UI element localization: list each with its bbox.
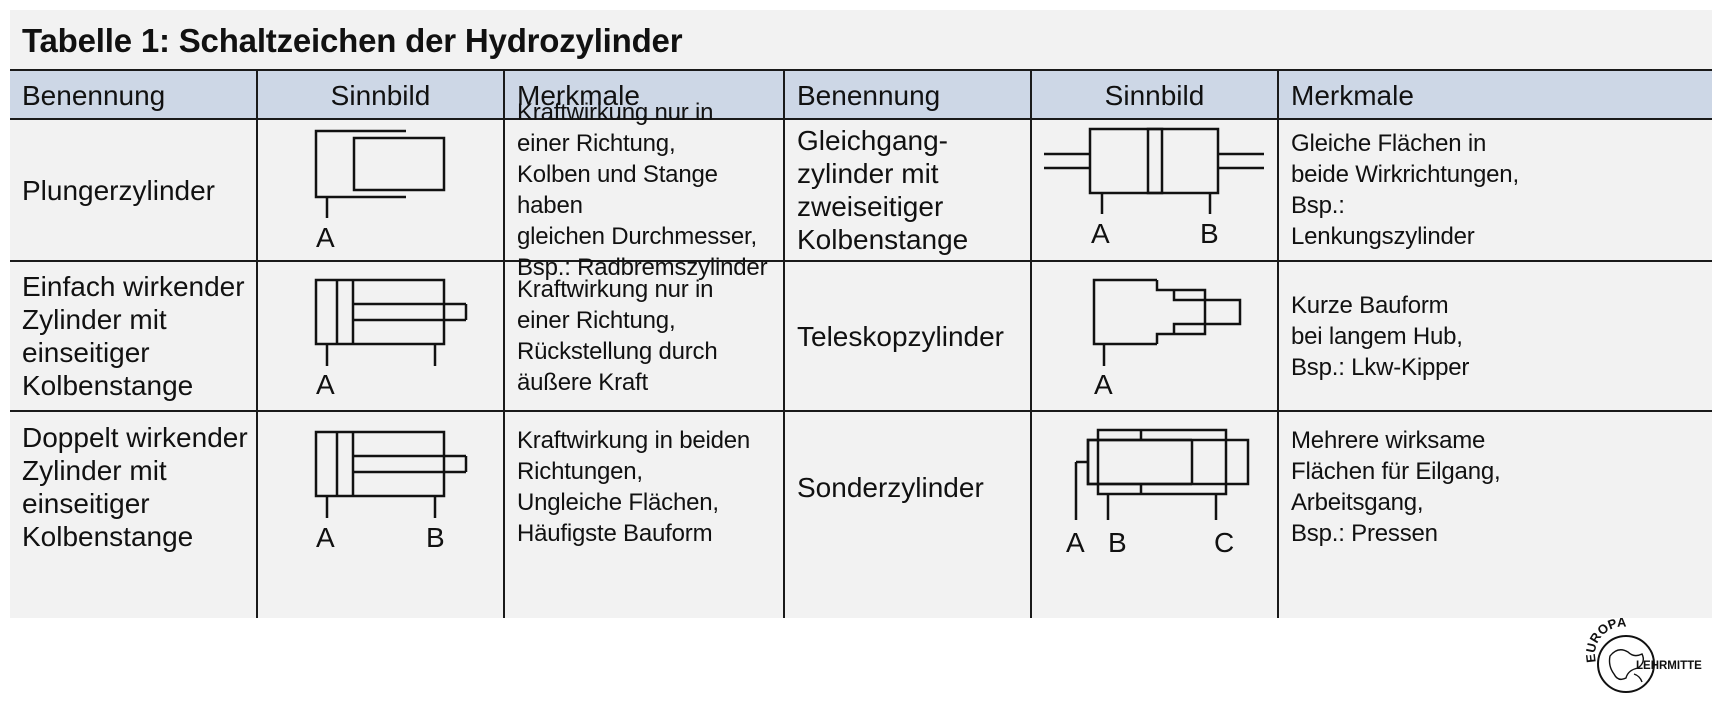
double-rod-cylinder-symbol: A B [1044, 127, 1264, 249]
table-sheet: Tabelle 1: Schaltzeichen der Hydrozylind… [10, 10, 1712, 618]
logo-bottom-text: LEHRMITTEL [1636, 660, 1702, 672]
cell-benennung: Sonderzylinder [797, 471, 984, 503]
port-label: B [1200, 218, 1219, 249]
cell-merkmale: Kraftwirkung nur in einer Richtung, Kolb… [517, 99, 768, 281]
header-benennung: Benennung [22, 80, 166, 111]
cell-merkmale: Kraftwirkung in beiden Richtungen, Ungle… [517, 427, 751, 547]
header-benennung: Benennung [797, 80, 941, 111]
double-acting-cylinder-symbol: A B [314, 430, 468, 553]
port-label: C [1214, 527, 1234, 558]
special-cylinder-symbol: A B C [1066, 428, 1250, 558]
header-sinnbild: Sinnbild [330, 80, 431, 111]
port-label: A [1094, 369, 1113, 400]
header-sinnbild: Sinnbild [1104, 80, 1205, 111]
port-label: A [316, 222, 335, 253]
cell-benennung: Gleichgang- zylinder mit zweiseitiger Ko… [797, 125, 969, 255]
cell-benennung: Doppelt wirkender Zylinder mit einseitig… [22, 422, 248, 552]
port-label: A [1091, 218, 1110, 249]
cell-merkmale: Gleiche Flächen in beide Wirkrichtungen,… [1291, 130, 1519, 250]
single-acting-cylinder-symbol: A [314, 278, 468, 400]
plunger-cylinder-symbol: A [314, 129, 446, 253]
cell-benennung: Teleskopzylinder [797, 320, 1004, 352]
port-label: A [316, 369, 335, 400]
table-title: Tabelle 1: Schaltzeichen der Hydrozylind… [22, 22, 683, 59]
publisher-logo: EUROPA LEHRMITTEL [1583, 618, 1702, 693]
cell-benennung: Plungerzylinder [22, 174, 215, 206]
cell-merkmale: Kurze Bauform bei langem Hub, Bsp.: Lkw-… [1291, 291, 1470, 381]
telescopic-cylinder-symbol: A [1092, 278, 1242, 400]
cell-benennung: Einfach wirkender Zylinder mit einseitig… [22, 271, 245, 401]
header-merkmale: Merkmale [1291, 80, 1414, 111]
cell-merkmale: Kraftwirkung nur in einer Richtung, Rück… [517, 276, 718, 396]
port-label: A [316, 522, 335, 553]
port-label: B [426, 522, 445, 553]
cell-merkmale: Mehrere wirksame Flächen für Eilgang, Ar… [1291, 427, 1501, 547]
port-label: A [1066, 527, 1085, 558]
port-label: B [1108, 527, 1127, 558]
rule-top [10, 69, 1712, 71]
